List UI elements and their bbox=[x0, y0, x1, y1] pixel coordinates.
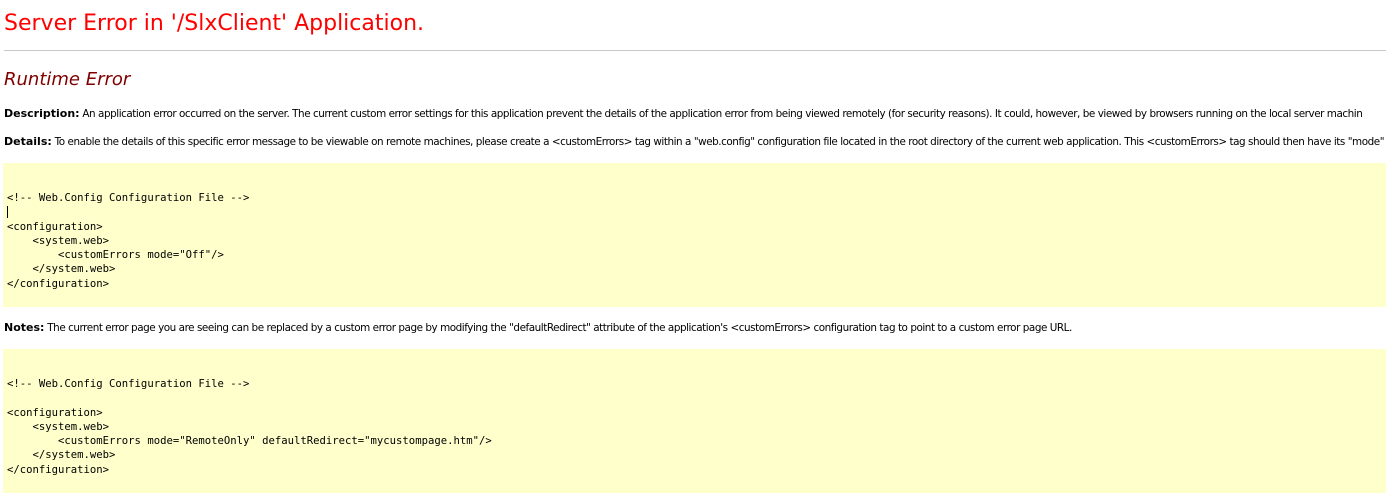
description-text: An application error occurred on the ser… bbox=[79, 108, 1363, 120]
code-block-2-text: <!-- Web.Config Configuration File --> <c… bbox=[7, 377, 492, 477]
config-code-block-remoteonly: <!-- Web.Config Configuration File --> <c… bbox=[3, 349, 1386, 493]
page-title: Server Error in '/SlxClient' Application… bbox=[4, 11, 425, 36]
description-label: Description: bbox=[4, 107, 80, 120]
config-code-block-off: <!-- Web.Config Configuration File --> <c… bbox=[3, 163, 1386, 307]
code-line: </configuration> bbox=[7, 463, 110, 476]
code-line: <customErrors mode="RemoteOnly" defaultR… bbox=[7, 435, 492, 448]
code-line: </system.web> bbox=[7, 263, 116, 276]
code-line: <!-- Web.Config Configuration File --> bbox=[7, 192, 250, 204]
code-line: </system.web> bbox=[7, 449, 116, 462]
error-page: Server Error in '/SlxClient' Application… bbox=[0, 0, 1386, 499]
code-line: <configuration> bbox=[7, 220, 103, 233]
details-paragraph: Details: To enable the details of this s… bbox=[4, 135, 1384, 149]
details-text: To enable the details of this specific e… bbox=[51, 136, 1385, 148]
notes-paragraph: Notes: The current error page you are se… bbox=[4, 321, 1072, 335]
title-divider bbox=[4, 50, 1386, 51]
code-line: <!-- Web.Config Configuration File --> bbox=[7, 378, 250, 390]
notes-label: Notes: bbox=[4, 321, 45, 334]
text-cursor bbox=[7, 206, 8, 219]
description-paragraph: Description: An application error occurr… bbox=[4, 107, 1363, 121]
code-line: <system.web> bbox=[7, 234, 110, 247]
code-block-1-text: <!-- Web.Config Configuration File --> <c… bbox=[7, 191, 249, 291]
code-line: </configuration> bbox=[7, 277, 110, 290]
notes-text: The current error page you are seeing ca… bbox=[44, 322, 1072, 334]
code-line: <customErrors mode="Off"/> bbox=[7, 249, 224, 262]
details-label: Details: bbox=[4, 135, 52, 148]
code-line: <configuration> bbox=[7, 406, 103, 419]
code-line-caret bbox=[7, 205, 249, 219]
error-subtitle: Runtime Error bbox=[4, 69, 131, 90]
code-line: <system.web> bbox=[7, 420, 110, 433]
